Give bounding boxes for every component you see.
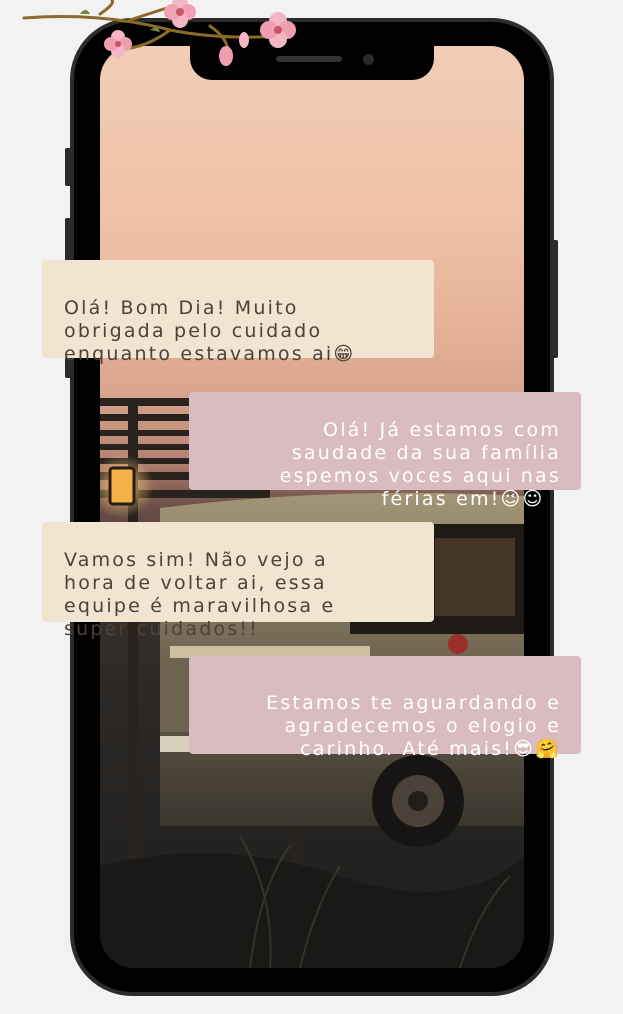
sunglasses-hug-emoji-icon: 😎🤗 — [513, 738, 561, 760]
wink-smile-emoji-icon: 😉☺ . — [500, 488, 561, 510]
received-message-2: Vamos sim! Não vejo a hora de voltar ai,… — [42, 522, 434, 640]
received-message-1: Olá! Bom Dia! Muito obrigada pelo cuidad… — [42, 260, 434, 365]
sent-message-1: Olá! Já estamos com saudade da sua famíl… — [189, 392, 581, 510]
front-camera — [363, 54, 374, 65]
cherry-blossom-branch — [22, 0, 296, 66]
message-text: Olá! Bom Dia! Muito obrigada pelo cuidad… — [64, 297, 334, 365]
grinning-emoji-icon: 😁 — [333, 343, 356, 365]
sent-message-2: Estamos te aguardando e agradecemos o el… — [189, 656, 581, 760]
lantern — [108, 466, 136, 506]
